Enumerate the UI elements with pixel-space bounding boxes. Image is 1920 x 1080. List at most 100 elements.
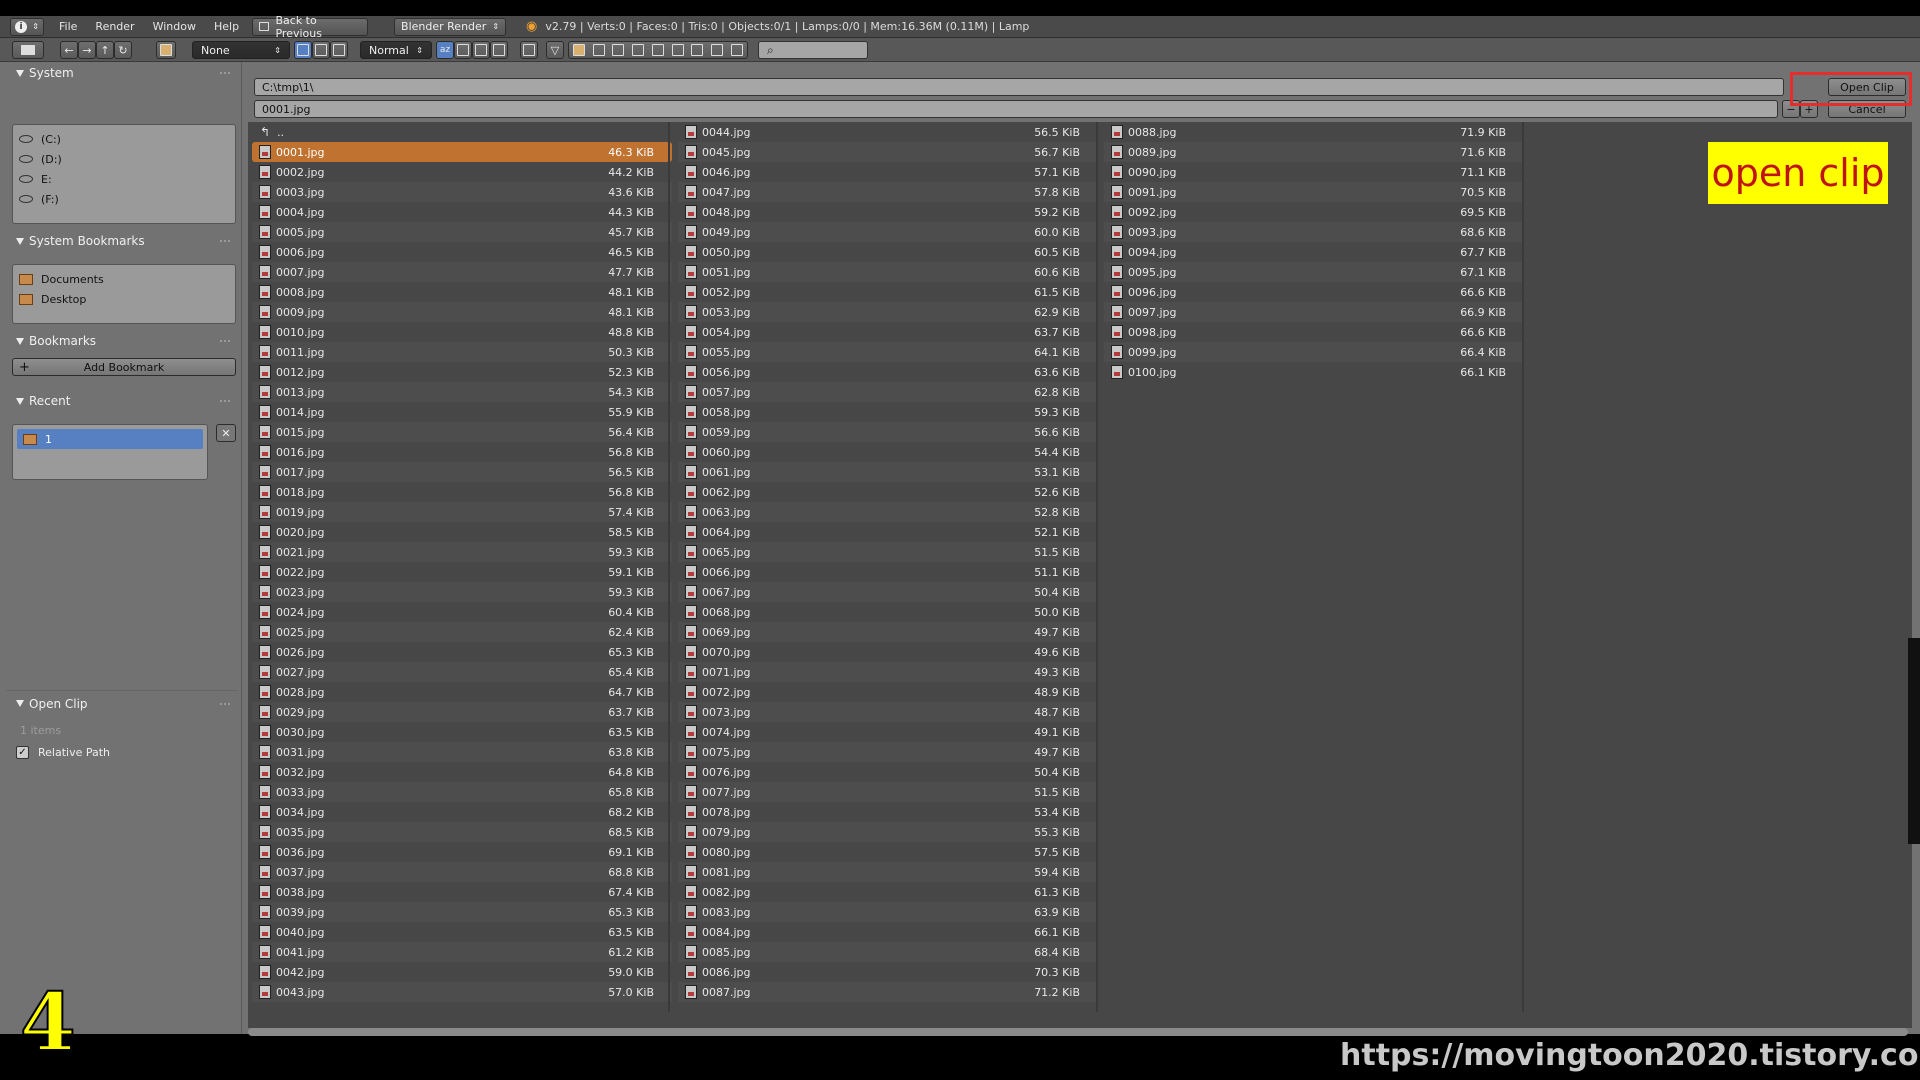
file-row[interactable]: 0092.jpg 69.5 KiB — [1104, 202, 1524, 222]
directory-path-field[interactable]: C:\tmp\1\ — [254, 78, 1784, 96]
file-row[interactable]: 0064.jpg 52.1 KiB — [678, 522, 1098, 542]
drag-handle-icon[interactable] — [220, 702, 230, 705]
file-row[interactable]: 0051.jpg 60.6 KiB — [678, 262, 1098, 282]
panel-operator-header[interactable]: Open Clip — [6, 690, 238, 712]
file-row[interactable]: 0077.jpg 51.5 KiB — [678, 782, 1098, 802]
file-row[interactable]: 0025.jpg 62.4 KiB — [252, 622, 672, 642]
panel-recent-header[interactable]: Recent — [6, 392, 238, 410]
file-row[interactable]: 0093.jpg 68.6 KiB — [1104, 222, 1524, 242]
file-row[interactable]: 0002.jpg 44.2 KiB — [252, 162, 672, 182]
sort-time-button[interactable] — [472, 41, 490, 59]
editor-type-button[interactable]: i ⇕ — [10, 17, 44, 36]
drive-e[interactable]: E: — [13, 169, 235, 189]
file-row[interactable]: 0010.jpg 48.8 KiB — [252, 322, 672, 342]
file-row[interactable]: 0068.jpg 50.0 KiB — [678, 602, 1098, 622]
show-hidden-button[interactable] — [520, 41, 538, 59]
file-row[interactable]: 0052.jpg 61.5 KiB — [678, 282, 1098, 302]
bookmark-documents[interactable]: Documents — [13, 269, 235, 289]
file-row[interactable]: 0065.jpg 51.5 KiB — [678, 542, 1098, 562]
file-row[interactable]: 0047.jpg 57.8 KiB — [678, 182, 1098, 202]
file-row[interactable]: 0012.jpg 52.3 KiB — [252, 362, 672, 382]
file-row[interactable]: 0073.jpg 48.7 KiB — [678, 702, 1098, 722]
file-row[interactable]: 0075.jpg 49.7 KiB — [678, 742, 1098, 762]
nav-parent-button[interactable]: ↑ — [96, 41, 114, 59]
drive-f[interactable]: (F:) — [13, 189, 235, 209]
filter-toggle-button[interactable]: ▽ — [546, 41, 564, 59]
sort-ext-button[interactable] — [454, 41, 472, 59]
file-row[interactable]: 0058.jpg 59.3 KiB — [678, 402, 1098, 422]
panel-system-header[interactable]: System — [6, 64, 238, 82]
file-row[interactable]: 0007.jpg 47.7 KiB — [252, 262, 672, 282]
file-row[interactable]: 0060.jpg 54.4 KiB — [678, 442, 1098, 462]
file-row[interactable]: 0014.jpg 55.9 KiB — [252, 402, 672, 422]
file-row[interactable]: 0024.jpg 60.4 KiB — [252, 602, 672, 622]
recent-item[interactable]: 1 — [17, 429, 203, 449]
file-row[interactable]: 0013.jpg 54.3 KiB — [252, 382, 672, 402]
file-row[interactable]: 0003.jpg 43.6 KiB — [252, 182, 672, 202]
file-row[interactable]: 0023.jpg 59.3 KiB — [252, 582, 672, 602]
drag-handle-icon[interactable] — [220, 240, 230, 242]
display-thumbnails-button[interactable] — [330, 41, 348, 59]
file-row[interactable]: 0021.jpg 59.3 KiB — [252, 542, 672, 562]
file-row[interactable]: 0076.jpg 50.4 KiB — [678, 762, 1098, 782]
file-row[interactable]: 0087.jpg 71.2 KiB — [678, 982, 1098, 1002]
horizontal-scrollbar[interactable] — [248, 1028, 1908, 1036]
add-bookmark-button[interactable]: + Add Bookmark — [12, 358, 236, 376]
file-row[interactable]: 0008.jpg 48.1 KiB — [252, 282, 672, 302]
file-row[interactable]: 0062.jpg 52.6 KiB — [678, 482, 1098, 502]
recursion-select[interactable]: None ⇕ — [192, 41, 290, 59]
file-row[interactable]: 0080.jpg 57.5 KiB — [678, 842, 1098, 862]
file-row[interactable]: 0054.jpg 63.7 KiB — [678, 322, 1098, 342]
file-row[interactable]: 0055.jpg 64.1 KiB — [678, 342, 1098, 362]
file-row[interactable]: 0009.jpg 48.1 KiB — [252, 302, 672, 322]
file-row[interactable]: 0083.jpg 63.9 KiB — [678, 902, 1098, 922]
drag-handle-icon[interactable] — [220, 72, 230, 74]
file-row[interactable]: 0005.jpg 45.7 KiB — [252, 222, 672, 242]
drive-d[interactable]: (D:) — [13, 149, 235, 169]
parent-directory-row[interactable]: ↰.. — [252, 122, 672, 142]
file-row[interactable]: 0043.jpg 57.0 KiB — [252, 982, 672, 1002]
file-row[interactable]: 0072.jpg 48.9 KiB — [678, 682, 1098, 702]
checkbox-checked-icon[interactable]: ✓ — [16, 746, 29, 759]
file-row[interactable]: 0027.jpg 65.4 KiB — [252, 662, 672, 682]
file-row[interactable]: 0001.jpg 46.3 KiB — [252, 142, 672, 162]
bookmark-desktop[interactable]: Desktop — [13, 289, 235, 309]
file-row[interactable]: 0057.jpg 62.8 KiB — [678, 382, 1098, 402]
filter-types-group[interactable] — [568, 41, 748, 59]
file-row[interactable]: 0029.jpg 63.7 KiB — [252, 702, 672, 722]
file-row[interactable]: 0094.jpg 67.7 KiB — [1104, 242, 1524, 262]
file-row[interactable]: 0098.jpg 66.6 KiB — [1104, 322, 1524, 342]
file-row[interactable]: 0028.jpg 64.7 KiB — [252, 682, 672, 702]
file-row[interactable]: 0090.jpg 71.1 KiB — [1104, 162, 1524, 182]
sort-size-button[interactable] — [490, 41, 508, 59]
file-row[interactable]: 0031.jpg 63.8 KiB — [252, 742, 672, 762]
file-row[interactable]: 0059.jpg 56.6 KiB — [678, 422, 1098, 442]
file-row[interactable]: 0019.jpg 57.4 KiB — [252, 502, 672, 522]
file-row[interactable]: 0040.jpg 63.5 KiB — [252, 922, 672, 942]
panel-system-bookmarks-header[interactable]: System Bookmarks — [6, 232, 238, 250]
relative-path-toggle[interactable]: ✓ Relative Path — [16, 746, 110, 759]
file-row[interactable]: 0018.jpg 56.8 KiB — [252, 482, 672, 502]
file-row[interactable]: 0063.jpg 52.8 KiB — [678, 502, 1098, 522]
file-row[interactable]: 0044.jpg 56.5 KiB — [678, 122, 1098, 142]
file-row[interactable]: 0067.jpg 50.4 KiB — [678, 582, 1098, 602]
file-row[interactable]: 0006.jpg 46.5 KiB — [252, 242, 672, 262]
render-engine-select[interactable]: Blender Render ⇕ — [394, 17, 507, 36]
sort-alpha-button[interactable]: az — [436, 41, 454, 59]
file-row[interactable]: 0061.jpg 53.1 KiB — [678, 462, 1098, 482]
menu-window[interactable]: Window — [144, 20, 205, 33]
file-row[interactable]: 0095.jpg 67.1 KiB — [1104, 262, 1524, 282]
file-row[interactable]: 0022.jpg 59.1 KiB — [252, 562, 672, 582]
file-row[interactable]: 0056.jpg 63.6 KiB — [678, 362, 1098, 382]
nav-forward-button[interactable]: → — [78, 41, 96, 59]
file-row[interactable]: 0026.jpg 65.3 KiB — [252, 642, 672, 662]
file-row[interactable]: 0100.jpg 66.1 KiB — [1104, 362, 1524, 382]
drive-c[interactable]: (C:) — [13, 129, 235, 149]
file-row[interactable]: 0015.jpg 56.4 KiB — [252, 422, 672, 442]
file-row[interactable]: 0041.jpg 61.2 KiB — [252, 942, 672, 962]
file-row[interactable]: 0089.jpg 71.6 KiB — [1104, 142, 1524, 162]
back-to-previous-button[interactable]: Back to Previous — [252, 14, 369, 40]
file-row[interactable]: 0084.jpg 66.1 KiB — [678, 922, 1098, 942]
file-row[interactable]: 0048.jpg 59.2 KiB — [678, 202, 1098, 222]
panel-bookmarks-header[interactable]: Bookmarks — [6, 332, 238, 350]
